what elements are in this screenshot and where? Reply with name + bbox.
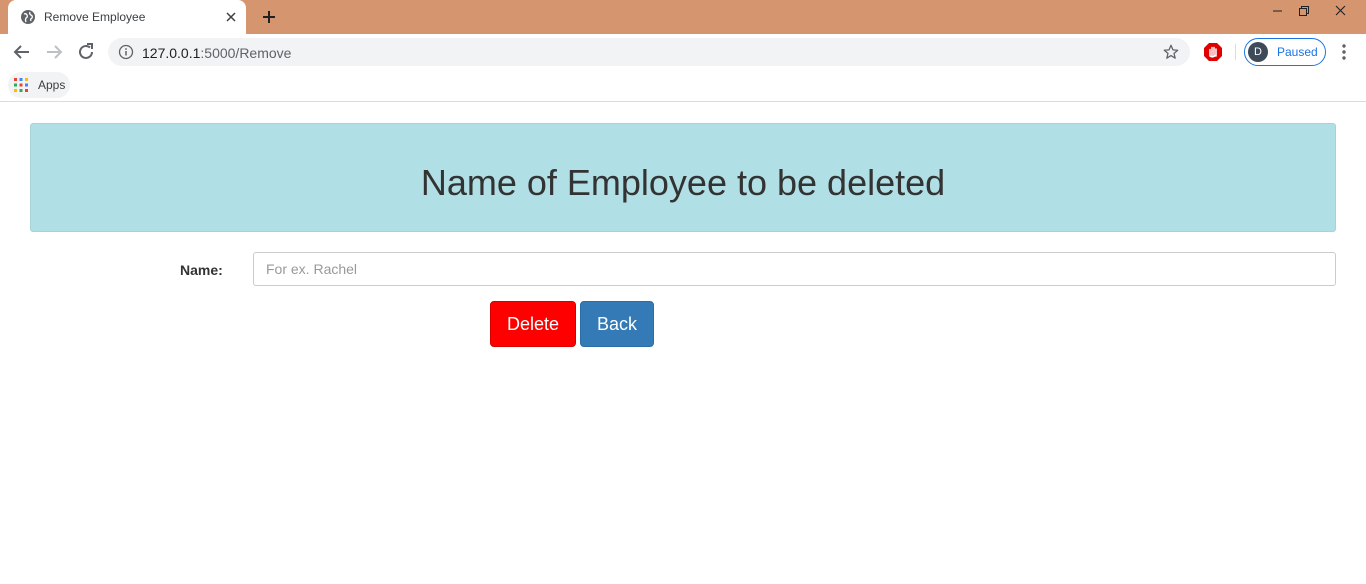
browser-titlebar: Remove Employee bbox=[0, 0, 1366, 34]
apps-shortcut[interactable]: Apps bbox=[8, 72, 70, 98]
profile-button[interactable]: D Paused bbox=[1244, 38, 1326, 66]
name-label: Name: bbox=[180, 262, 223, 278]
delete-button[interactable]: Delete bbox=[490, 301, 576, 347]
avatar: D bbox=[1248, 42, 1268, 62]
apps-label: Apps bbox=[38, 78, 66, 92]
url-text[interactable]: 127.0.0.1:5000/Remove bbox=[142, 45, 291, 61]
close-icon[interactable] bbox=[223, 9, 239, 25]
address-bar[interactable]: 127.0.0.1:5000/Remove bbox=[108, 38, 1190, 66]
globe-icon bbox=[21, 10, 35, 24]
heading-banner: Name of Employee to be deleted bbox=[30, 123, 1336, 232]
bookmarks-bar: Apps bbox=[0, 70, 1366, 102]
back-button[interactable]: Back bbox=[580, 301, 654, 347]
info-icon[interactable] bbox=[118, 44, 134, 60]
url-path: :5000/Remove bbox=[200, 45, 292, 61]
plus-icon[interactable] bbox=[259, 7, 279, 27]
reload-icon[interactable] bbox=[74, 40, 98, 64]
window-close-icon[interactable] bbox=[1318, 0, 1364, 22]
stop-hand-icon[interactable] bbox=[1203, 42, 1223, 62]
browser-toolbar: 127.0.0.1:5000/Remove D Paused bbox=[0, 34, 1366, 70]
toolbar-separator bbox=[1235, 44, 1236, 60]
apps-grid-icon bbox=[14, 78, 28, 92]
back-arrow-icon[interactable] bbox=[10, 40, 34, 64]
url-host: 127.0.0.1 bbox=[142, 45, 201, 61]
browser-tab[interactable]: Remove Employee bbox=[8, 0, 246, 34]
page-title: Name of Employee to be deleted bbox=[420, 162, 946, 203]
name-input[interactable] bbox=[253, 252, 1336, 286]
profile-status: Paused bbox=[1277, 45, 1318, 59]
forward-arrow-icon[interactable] bbox=[42, 40, 66, 64]
star-icon[interactable] bbox=[1162, 43, 1180, 61]
more-vert-icon[interactable] bbox=[1336, 42, 1352, 62]
restore-icon[interactable] bbox=[1291, 0, 1317, 22]
tab-title: Remove Employee bbox=[44, 10, 146, 24]
minimize-icon[interactable] bbox=[1265, 0, 1291, 22]
